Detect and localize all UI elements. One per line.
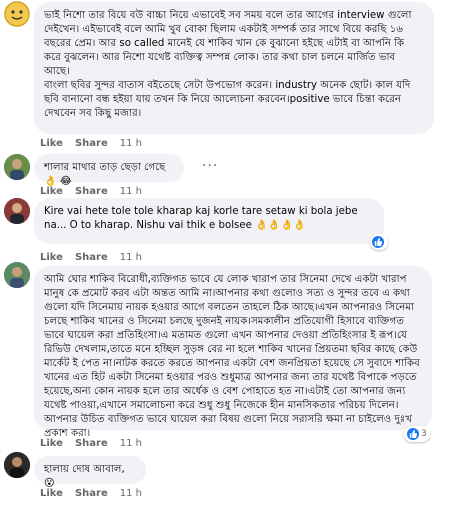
like-button[interactable]: Like (40, 138, 63, 149)
reaction-count: 3 (421, 429, 427, 439)
comment-text: ভাই নিশো তার বিয়ে বউ বাচ্চা নিয়ে এভাবে… (44, 10, 412, 119)
avatar[interactable] (4, 1, 30, 27)
comment-actions: Like Share 11 h (40, 138, 142, 149)
comment-actions: Like Share 11 h (40, 252, 142, 263)
share-button[interactable]: Share (75, 252, 108, 263)
like-button[interactable]: Like (40, 252, 63, 263)
reaction-badge[interactable]: 3 (404, 426, 430, 442)
timestamp[interactable]: 11 h (120, 138, 142, 149)
share-button[interactable]: Share (75, 438, 108, 449)
timestamp[interactable]: 11 h (120, 252, 142, 263)
more-options-icon[interactable]: ··· (202, 158, 218, 174)
comment-bubble: আমি ঘোর শাকিব বিরোধী,ব্যক্তিগত ভাবে যে ল… (34, 266, 432, 439)
timestamp[interactable]: 11 h (120, 488, 142, 499)
share-button[interactable]: Share (75, 138, 108, 149)
comment-text: Kire vai hete tole tole kharap kaj korle… (44, 206, 358, 231)
avatar[interactable] (4, 452, 30, 478)
like-button[interactable]: Like (40, 488, 63, 499)
profile-photo-icon (4, 452, 30, 478)
comment-thread: ভাই নিশো তার বিয়ে বউ বাচ্চা নিয়ে এভাবে… (0, 0, 450, 512)
comment-text: হালায় দোষ আবাল, (44, 464, 125, 475)
comment-actions: Like Share 11 h (40, 186, 142, 197)
like-reaction-icon (407, 428, 419, 440)
comment-actions: Like Share 11 h (40, 488, 142, 499)
comment-text: আমি ঘোর শাকিব বিরোধী,ব্যক্তিগত ভাবে যে ল… (44, 274, 420, 439)
comment-text: শালার মাথার তাড় ছেড়া গেছে (44, 162, 166, 173)
comment-bubble: হালায় দোষ আবাল, 😮 (34, 456, 146, 489)
like-reaction-icon (372, 236, 384, 248)
share-button[interactable]: Share (75, 186, 108, 197)
avatar[interactable] (4, 198, 30, 224)
emoji: 👌👌👌👌 (255, 220, 306, 231)
reaction-badge[interactable] (370, 234, 388, 250)
timestamp[interactable]: 11 h (120, 438, 142, 449)
emoji-avatar-icon (4, 1, 30, 27)
like-button[interactable]: Like (40, 438, 63, 449)
comment-bubble: শালার মাথার তাড় ছেড়া গেছে 👌 😂 (34, 154, 184, 187)
avatar[interactable] (4, 154, 30, 180)
profile-photo-icon (4, 154, 30, 180)
avatar[interactable] (4, 262, 30, 288)
comment-bubble: ভাই নিশো তার বিয়ে বউ বাচ্চা নিয়ে এভাবে… (34, 2, 434, 134)
like-button[interactable]: Like (40, 186, 63, 197)
profile-photo-icon (4, 262, 30, 288)
comment-bubble: Kire vai hete tole tole kharap kaj korle… (34, 198, 384, 244)
profile-photo-icon (4, 198, 30, 224)
comment-actions: Like Share 11 h (40, 438, 142, 449)
timestamp[interactable]: 11 h (120, 186, 142, 197)
share-button[interactable]: Share (75, 488, 108, 499)
